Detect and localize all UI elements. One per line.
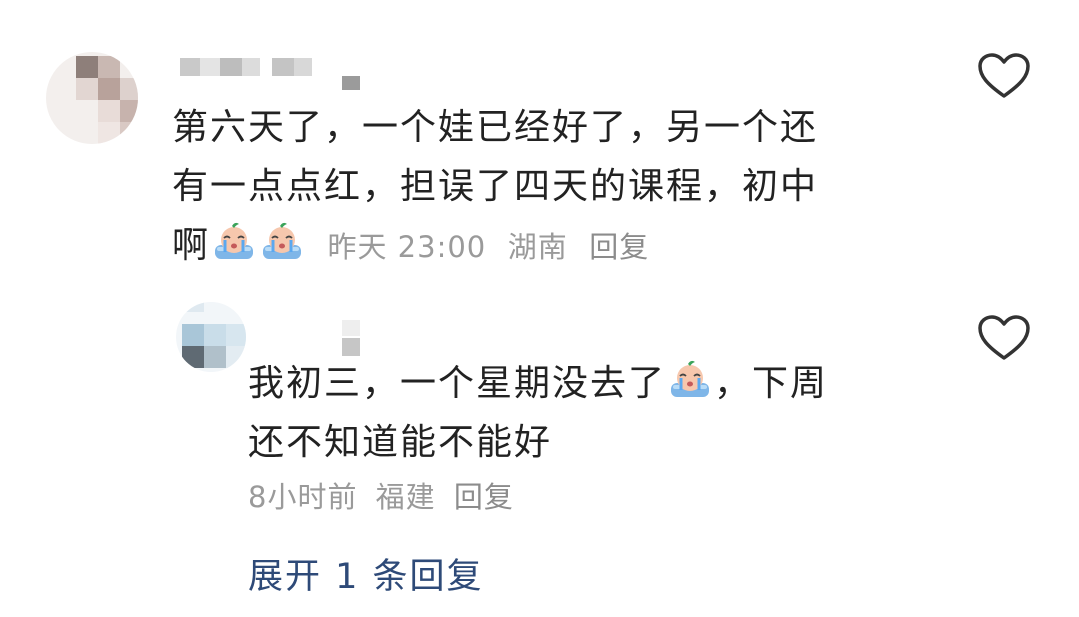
reply-location: 福建 xyxy=(375,480,436,514)
reply-line-1-end: ，下周 xyxy=(714,363,829,404)
crying-emoji-icon xyxy=(212,221,256,261)
comment-line-3: 啊 昨天 23:00 湖南 回复 xyxy=(172,216,818,277)
comment-line-3-text: 啊 xyxy=(172,225,211,266)
reply-button[interactable]: 回复 xyxy=(589,230,649,264)
crying-emoji-icon xyxy=(260,221,304,261)
reply-text: 我初三，一个星期没去了 ，下周 还不知道能不能好 xyxy=(248,354,828,472)
comment-time: 昨天 23:00 xyxy=(327,229,487,264)
comment-line-1: 第六天了，一个娃已经好了，另一个还 xyxy=(172,107,819,148)
comment-main: 第六天了，一个娃已经好了，另一个还 有一点点红，担误了四天的课程，初中 啊 昨天… xyxy=(0,0,1079,290)
reply-meta: 8小时前 福建 回复 xyxy=(248,474,514,516)
reply-reply-button[interactable]: 回复 xyxy=(454,480,514,514)
reply-time: 8小时前 xyxy=(248,480,358,514)
heart-outline-icon xyxy=(978,315,1030,360)
like-button[interactable] xyxy=(977,52,1031,100)
reply-line-1-text: 我初三，一个星期没去了 xyxy=(248,363,667,404)
reply-line-2: 还不知道能不能好 xyxy=(248,422,553,463)
expand-replies-link[interactable]: 展开 1 条回复 xyxy=(248,548,484,599)
reply-avatar[interactable] xyxy=(176,302,246,372)
username-blurred[interactable] xyxy=(180,58,360,90)
comment-reply: 我初三，一个星期没去了 ，下周 还不知道能不能好 xyxy=(0,290,1079,530)
comment-line-2: 有一点点红，担误了四天的课程，初中 xyxy=(172,166,819,207)
comment-location: 湖南 xyxy=(507,229,568,264)
reply-line-1: 我初三，一个星期没去了 ，下周 xyxy=(248,354,828,413)
crying-emoji-icon xyxy=(668,359,712,399)
avatar[interactable] xyxy=(46,52,138,144)
comment-text: 第六天了，一个娃已经好了，另一个还 有一点点红，担误了四天的课程，初中 啊 昨天… xyxy=(172,98,818,277)
reply-like-button[interactable] xyxy=(977,314,1031,362)
heart-outline-icon xyxy=(978,53,1030,98)
reply-username-blurred[interactable] xyxy=(342,320,362,356)
